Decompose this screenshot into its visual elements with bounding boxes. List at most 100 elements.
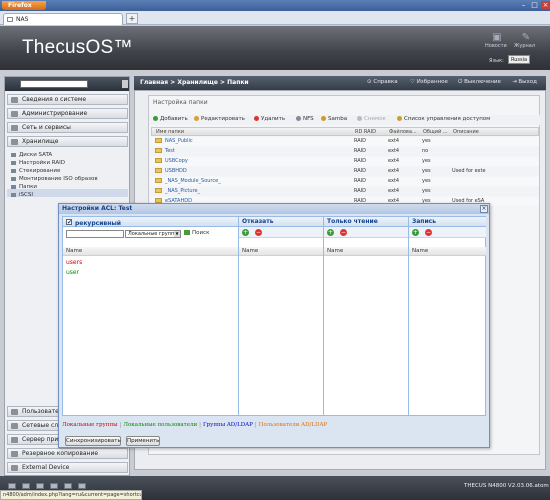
desc-cell: Used for exte: [452, 168, 486, 174]
nav-item-iso-mount[interactable]: Монтирование ISO образов: [11, 176, 98, 182]
nav-section-storage[interactable]: Хранилище: [7, 136, 128, 147]
recursive-label: рекурсивный: [75, 220, 121, 227]
select-value: Локальные группы: [128, 231, 179, 237]
logout-link[interactable]: ⇥ Выход: [512, 79, 537, 85]
nav-item-folders[interactable]: Папки: [11, 184, 37, 190]
add-folder-button[interactable]: Добавить: [153, 116, 188, 122]
list-item-user[interactable]: user: [66, 269, 79, 276]
server-icon: [11, 437, 18, 443]
col-description[interactable]: Описание: [453, 129, 479, 135]
delete-folder-button[interactable]: Удалить: [254, 116, 285, 122]
nav-item-stacking[interactable]: Стекирование: [11, 168, 60, 174]
delete-icon: [254, 116, 259, 121]
maximize-icon[interactable]: □: [530, 1, 539, 9]
folder-name-cell: _NAS_Picture_: [155, 188, 200, 194]
shutdown-link[interactable]: ⏻ Выключение: [458, 79, 501, 86]
status-icon-2[interactable]: [22, 483, 30, 489]
acl-dialog: Настройки ACL: Test × ✔ рекурсивный Лока…: [58, 203, 490, 448]
firefox-menu-button[interactable]: Firefox: [2, 1, 46, 10]
close-window-icon[interactable]: ×: [541, 1, 550, 9]
group-search-input[interactable]: [66, 230, 124, 238]
readonly-remove-button[interactable]: −: [340, 229, 347, 236]
status-icon-1[interactable]: [8, 483, 16, 489]
status-icon-3[interactable]: [36, 483, 44, 489]
table-row[interactable]: NAS_Public RAID ext4 yes: [151, 137, 539, 146]
legend-ad-groups: Группы AD/LDAP: [202, 422, 253, 428]
group-type-select[interactable]: Локальные группы ▼: [125, 230, 181, 238]
minimize-icon[interactable]: –: [519, 1, 528, 9]
col-filesystem[interactable]: Файлова...: [389, 129, 417, 135]
recursive-checkbox[interactable]: ✔: [66, 219, 72, 226]
col-folder-name[interactable]: Имя папки: [156, 129, 184, 135]
help-link[interactable]: ⊙ Справка: [367, 79, 398, 85]
table-row[interactable]: _NAS_Module_Source_ RAID ext4 yes: [151, 177, 539, 186]
nav-item-sata-disks[interactable]: Диски SATA: [11, 152, 52, 158]
readonly-header: Только чтение: [324, 217, 408, 227]
nav-item-iscsi[interactable]: iSCSI: [11, 192, 33, 198]
dialog-body: ✔ рекурсивный Локальные группы ▼ Поиск Na…: [62, 216, 486, 416]
write-remove-button[interactable]: −: [425, 229, 432, 236]
nav-section-system-info[interactable]: Сведения о системе: [7, 94, 128, 105]
deny-add-button[interactable]: +: [242, 229, 249, 236]
browser-title-bar: Firefox – □ ×: [0, 0, 550, 11]
browser-tab[interactable]: NAS: [3, 13, 123, 25]
acl-icon: [397, 116, 402, 121]
news-icon[interactable]: ▣: [489, 32, 505, 43]
journal-label[interactable]: Журнал: [514, 43, 535, 49]
list-item-group[interactable]: users: [66, 259, 82, 266]
deny-remove-button[interactable]: −: [255, 229, 262, 236]
table-row[interactable]: _NAS_Picture_ RAID ext4 yes: [151, 187, 539, 196]
col-shared[interactable]: Общий ...: [423, 129, 448, 135]
folder-icon: [155, 178, 162, 183]
new-tab-button[interactable]: +: [126, 13, 138, 24]
top-toolstrip: Главная > Хранилище > Папки ⊙ Справка ♡ …: [134, 76, 546, 90]
nav-section-administration[interactable]: Администрирование: [7, 108, 128, 119]
button-label: NFS: [303, 116, 314, 122]
status-icon-4[interactable]: [50, 483, 58, 489]
close-icon[interactable]: ×: [480, 205, 488, 213]
snapshot-button[interactable]: Снимок: [357, 116, 386, 122]
nav-section-external-device[interactable]: External Device: [7, 462, 128, 473]
search-label: Поиск: [192, 230, 210, 236]
language-select[interactable]: Russia: [508, 55, 530, 64]
nfs-button[interactable]: NFS: [296, 116, 314, 122]
acl-button[interactable]: Список управления доступом: [397, 116, 490, 122]
apply-button[interactable]: Применить: [126, 436, 160, 446]
cell-text: _NAS_Picture_: [165, 188, 201, 194]
nav-section-backup[interactable]: Резервное копирование: [7, 448, 128, 459]
edit-folder-button[interactable]: Редактировать: [194, 116, 245, 122]
news-label[interactable]: Новости: [485, 43, 507, 49]
table-row[interactable]: Test RAID ext4 no: [151, 147, 539, 156]
favorites-link[interactable]: ♡ Избранное: [410, 79, 448, 85]
language-label: Язык:: [489, 58, 504, 64]
status-url: n4800/adm/index.php?lang=ru&current=page…: [0, 490, 142, 500]
services-icon: [11, 423, 18, 429]
col-raid[interactable]: RD RAID: [355, 129, 376, 135]
readonly-add-button[interactable]: +: [327, 229, 334, 236]
dialog-title[interactable]: Настройки ACL: Test: [59, 204, 489, 214]
status-icon-5[interactable]: [64, 483, 72, 489]
samba-button[interactable]: Samba: [321, 116, 347, 122]
write-add-button[interactable]: +: [412, 229, 419, 236]
folder-icon: [155, 168, 162, 173]
nav-section-label: Резервное копирование: [22, 450, 99, 457]
nav-search-input[interactable]: [20, 80, 88, 88]
nav-search-button[interactable]: [122, 80, 128, 88]
write-name-header: Name: [409, 247, 486, 256]
status-icon-6[interactable]: [78, 483, 86, 489]
search-button[interactable]: Поиск: [184, 230, 209, 236]
shutdown-label: Выключение: [464, 79, 501, 85]
sync-button[interactable]: Синхронизировать: [65, 436, 121, 446]
button-label: Редактировать: [201, 116, 245, 122]
table-row[interactable]: USBHDD RAID ext4 yes Used for exte: [151, 167, 539, 176]
folder-icon: [155, 148, 162, 153]
table-row[interactable]: USBCopy RAID ext4 yes: [151, 157, 539, 166]
button-label: Список управления доступом: [404, 116, 491, 122]
backup-icon: [11, 451, 18, 457]
firmware-version: THECUS N4800 V2.03.06.atom: [464, 483, 549, 489]
journal-icon[interactable]: ✎: [518, 32, 534, 43]
cell-text: Test: [165, 148, 175, 154]
nav-section-network[interactable]: Сеть и сервисы: [7, 122, 128, 133]
nav-item-raid[interactable]: Настройки RAID: [11, 160, 65, 166]
legend-ad-users: Пользователи AD/LDAP: [258, 422, 328, 428]
